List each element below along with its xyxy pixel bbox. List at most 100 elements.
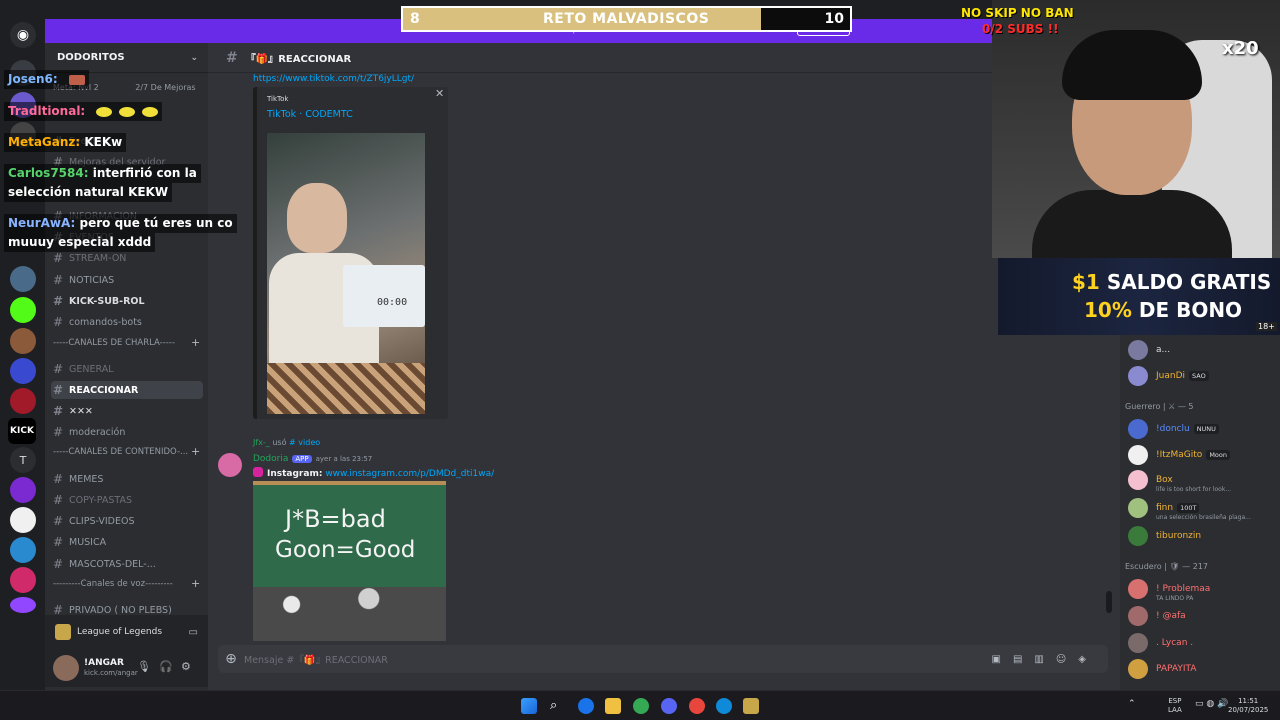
server-icon[interactable] (10, 266, 36, 292)
settings-gear-icon[interactable]: ⚙ (181, 660, 191, 673)
search-icon[interactable]: ⌕ (550, 698, 566, 714)
microphone-icon[interactable]: 🎙 (137, 660, 151, 673)
channel-item[interactable]: # GENERAL (53, 360, 203, 378)
embed-provider: TikTok (267, 95, 289, 103)
add-channel-icon[interactable]: + (191, 336, 200, 349)
chrome-icon[interactable] (633, 698, 649, 714)
twitch-server-icon[interactable] (10, 597, 36, 613)
stream-chat-line: Carlos7584: interfirió con la (4, 164, 201, 183)
server-icon-t[interactable]: T (10, 447, 36, 473)
member-item[interactable]: !ItzMaGito Moon (1128, 444, 1230, 466)
member-item[interactable]: finn 100T una selección brasileña plaga... (1128, 497, 1251, 521)
video-thumbnail[interactable]: 00:00 (267, 133, 425, 414)
member-item[interactable]: PAPAYITA (1128, 658, 1196, 680)
discord-home-icon[interactable]: ◉ (10, 22, 36, 48)
member-item[interactable]: ! Problemaa TA LINDO PA (1128, 578, 1210, 602)
server-icon[interactable] (10, 328, 36, 354)
instagram-label: Instagram (267, 469, 319, 479)
member-name: . Lycan . (1156, 638, 1194, 648)
avatar[interactable] (53, 655, 79, 681)
folder-icon[interactable] (605, 698, 621, 714)
channel-item[interactable]: # MEMES (53, 470, 203, 488)
member-item[interactable]: JuanDi SAO (1128, 365, 1209, 387)
member-item[interactable]: Box life is too short for look... (1128, 469, 1231, 493)
kick-server-icon[interactable]: KICK (8, 418, 36, 444)
channel-item[interactable]: # moderación (53, 423, 203, 441)
server-icon[interactable] (10, 567, 36, 593)
member-item[interactable]: a... (1128, 339, 1170, 361)
chat-header: # 『🎁』REACCIONAR (208, 43, 1120, 73)
channel-item[interactable]: # NOTICIAS (53, 271, 203, 289)
message-input[interactable]: ⊕ Mensaje #『🎁』REACCIONAR ▣▤▥☺◈ (218, 645, 1108, 673)
member-item[interactable]: !donclu NUNU (1128, 418, 1219, 440)
network-volume-icon[interactable]: ▭ ◍ 🔊 (1195, 700, 1228, 709)
server-icon[interactable] (10, 388, 36, 414)
chevron-up-icon[interactable]: ⌃ (1128, 700, 1136, 709)
multiplier-text: x20 (1222, 38, 1259, 59)
instagram-image[interactable]: J*B=bad Goon=Good (253, 481, 446, 641)
stream-chat-user: Josen6: (8, 72, 58, 86)
channel-item[interactable]: # REACCIONAR (51, 381, 203, 399)
avatar[interactable] (218, 453, 242, 477)
channel-item[interactable]: # CLIPS-VIDEOS (53, 512, 203, 530)
windows-start-icon[interactable] (521, 698, 537, 714)
channel-category[interactable]: -----CANALES DE CONTENIDO-... + (53, 445, 200, 458)
webcam-shirt (1032, 190, 1232, 258)
member-item[interactable]: tiburonzin (1128, 525, 1201, 547)
channel-item[interactable]: # comandos-bots (53, 313, 203, 331)
channel-category[interactable]: ---------Canales de voz--------- + (53, 577, 200, 590)
edge-icon[interactable] (716, 698, 732, 714)
reply-command[interactable]: # video (289, 438, 320, 447)
headphones-icon[interactable]: 🎧 (159, 660, 173, 673)
member-tag: NUNU (1193, 424, 1219, 434)
emote-icon (142, 106, 159, 117)
instagram-link[interactable]: www.instagram.com/p/DMDd_dti1wa/ (325, 469, 494, 479)
app-icon[interactable] (689, 698, 705, 714)
avatar (1128, 579, 1148, 599)
message-reply-context: Jfx-_ usó # video (253, 438, 320, 447)
hash-icon: # (53, 273, 64, 287)
server-header[interactable]: DODORITOS ⌄ (45, 43, 208, 73)
add-attachment-icon[interactable]: ⊕ (218, 651, 244, 667)
league-icon (55, 624, 71, 640)
member-name: !ItzMaGito (1156, 450, 1203, 460)
member-name: Box (1156, 475, 1173, 485)
language-indicator[interactable]: ESP LAA (1168, 697, 1182, 715)
member-name: JuanDi (1156, 371, 1186, 381)
add-channel-icon[interactable]: + (191, 577, 200, 590)
clock[interactable]: 11:51 20/07/2025 (1228, 697, 1268, 715)
add-channel-icon[interactable]: + (191, 445, 200, 458)
channel-item[interactable]: # ✕✕✕ (53, 402, 203, 420)
monitor-icon[interactable]: ▭ (189, 627, 198, 638)
channel-label: MEMES (69, 473, 104, 485)
channel-item[interactable]: # MUSICA (53, 533, 203, 551)
message-author[interactable]: Dodoria (253, 454, 288, 464)
channel-label: PRIVADO ( NO PLEBS) (69, 604, 172, 616)
member-item[interactable]: ! @afa (1128, 605, 1186, 627)
scrollbar[interactable] (1106, 591, 1112, 613)
close-icon[interactable]: ✕ (435, 87, 444, 100)
server-icon[interactable] (10, 297, 36, 323)
server-icon[interactable] (10, 358, 36, 384)
discord-icon[interactable] (661, 698, 677, 714)
server-icon[interactable] (10, 507, 36, 533)
tiktok-link[interactable]: https://www.tiktok.com/t/ZT6jyLLgt/ (253, 74, 414, 84)
embed-title[interactable]: TikTok · CODEMTC (267, 109, 353, 120)
channel-item[interactable]: # MASCOTAS-DEL-... (53, 555, 203, 573)
browser-icon[interactable] (578, 698, 594, 714)
channel-item[interactable]: # COPY-PASTAS (53, 491, 203, 509)
emote-icon (96, 106, 113, 117)
server-icon[interactable] (10, 477, 36, 503)
channel-category[interactable]: -----CANALES DE CHARLA----- + (53, 336, 200, 349)
server-icon[interactable] (10, 537, 36, 563)
league-icon[interactable] (743, 698, 759, 714)
emote-icon (119, 106, 136, 117)
voice-activity[interactable]: League of Legends ▭ (45, 615, 208, 649)
channel-item[interactable]: # KICK-SUB-ROL (53, 292, 203, 310)
promo-line-2: 10% DE BONO (1084, 298, 1243, 322)
message-body: Instagram: www.instagram.com/p/DMDd_dti1… (253, 467, 494, 479)
composer-tools-icons[interactable]: ▣▤▥☺◈ (992, 654, 1098, 665)
reply-user[interactable]: Jfx-_ (253, 438, 270, 447)
stream-chat-user: NeurAwA: (8, 216, 76, 230)
member-item[interactable]: . Lycan . (1128, 632, 1193, 654)
